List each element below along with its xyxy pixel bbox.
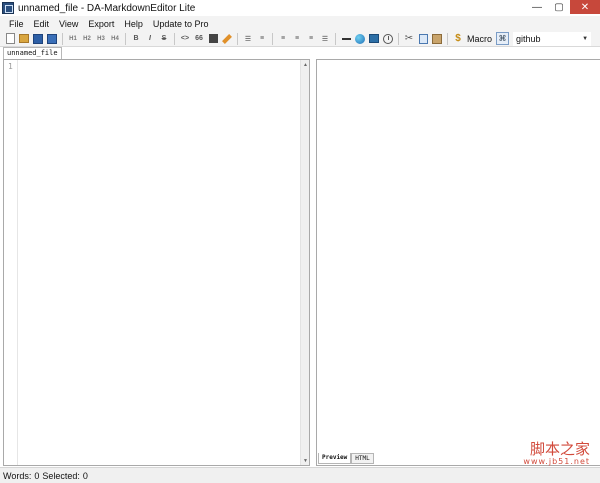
align-left-button[interactable]: ≡ — [277, 33, 289, 45]
horizontal-rule-icon — [341, 37, 351, 40]
cut-button[interactable]: ✂ — [403, 33, 415, 45]
watermark-logo: 脚本之家 — [529, 440, 590, 458]
link-icon — [369, 34, 379, 43]
new-file-button[interactable] — [4, 33, 16, 45]
ordered-list-icon: ≡ — [259, 35, 265, 42]
toolbar: H1 H2 H3 H4 B I S <> 66 ☰ ≡ ≡ ≡ ≡ ☰ ✂ $ … — [0, 31, 600, 47]
datetime-button[interactable] — [382, 33, 394, 45]
status-bar: Words: 0 Selected: 0 — [0, 467, 600, 483]
dollar-macro-icon: $ — [455, 33, 461, 44]
window-controls: — ▢ ✕ — [526, 0, 600, 16]
tab-html[interactable]: HTML — [351, 453, 374, 464]
image-icon — [355, 33, 365, 44]
justify-icon: ☰ — [321, 35, 329, 43]
bold-button[interactable]: B — [130, 33, 142, 45]
editor-vertical-scrollbar[interactable]: ▲ ▼ — [300, 60, 309, 465]
save-button[interactable] — [32, 33, 44, 45]
menu-file[interactable]: File — [4, 19, 29, 29]
align-right-button[interactable]: ≡ — [305, 33, 317, 45]
toolbar-separator — [62, 32, 63, 45]
watermark-url: www.jb51.net — [523, 457, 590, 466]
scroll-up-arrow-icon[interactable]: ▲ — [301, 60, 310, 69]
align-center-button[interactable]: ≡ — [291, 33, 303, 45]
markdown-editor[interactable]: 1 ▲ ▼ — [3, 59, 310, 466]
document-tab[interactable]: unnamed_file — [3, 47, 62, 59]
clock-icon — [383, 33, 393, 44]
toolbar-separator — [125, 32, 126, 45]
quote-button[interactable]: 66 — [193, 33, 205, 45]
unordered-list-icon: ☰ — [244, 35, 252, 43]
heading1-button[interactable]: H1 — [67, 36, 79, 42]
line-number: 1 — [8, 62, 13, 71]
chevron-down-icon: ▼ — [582, 35, 589, 42]
unordered-list-button[interactable]: ☰ — [242, 33, 254, 45]
window-title: unnamed_file - DA-MarkdownEditor Lite — [18, 2, 196, 14]
heading3-button[interactable]: H3 — [95, 36, 107, 42]
toolbar-separator — [272, 32, 273, 45]
preview-tab-bar: Preview HTML — [318, 453, 374, 464]
theme-select-value: github — [516, 33, 541, 44]
paste-icon — [432, 33, 442, 44]
toolbar-separator — [335, 32, 336, 45]
theme-button[interactable]: ⌘ — [496, 32, 510, 45]
pencil-button[interactable] — [221, 33, 233, 45]
menu-export[interactable]: Export — [83, 19, 119, 29]
new-file-icon — [5, 33, 15, 44]
copy-button[interactable] — [417, 33, 429, 45]
selected-label: Selected: — [42, 470, 80, 481]
table-icon — [208, 34, 218, 43]
open-folder-icon — [19, 34, 29, 43]
save-all-icon — [47, 33, 57, 44]
words-label: Words: — [3, 470, 32, 481]
menu-update-to-pro[interactable]: Update to Pro — [148, 19, 214, 29]
link-button[interactable] — [368, 33, 380, 45]
menu-edit[interactable]: Edit — [29, 19, 55, 29]
app-logo-icon — [2, 2, 14, 14]
theme-select[interactable]: github ▼ — [513, 31, 592, 46]
cut-icon: ✂ — [404, 33, 414, 44]
menu-view[interactable]: View — [54, 19, 83, 29]
title-bar: unnamed_file - DA-MarkdownEditor Lite — … — [0, 0, 600, 16]
paste-button[interactable] — [431, 33, 443, 45]
justify-button[interactable]: ☰ — [319, 33, 331, 45]
site-watermark: 脚本之家 www.jb51.net — [523, 441, 590, 466]
ordered-list-button[interactable]: ≡ — [256, 33, 268, 45]
maximize-button[interactable]: ▢ — [548, 0, 570, 14]
preview-pane[interactable] — [316, 59, 600, 466]
horizontal-rule-button[interactable] — [340, 33, 352, 45]
menu-bar: File Edit View Export Help Update to Pro — [0, 16, 600, 31]
save-all-button[interactable] — [46, 33, 58, 45]
toolbar-separator — [174, 32, 175, 45]
close-button[interactable]: ✕ — [570, 0, 600, 14]
save-icon — [33, 33, 43, 44]
code-button[interactable]: <> — [179, 33, 191, 45]
toolbar-separator — [447, 32, 448, 45]
image-button[interactable] — [354, 33, 366, 45]
open-file-button[interactable] — [18, 33, 30, 45]
words-count: 0 — [34, 470, 40, 481]
heading4-button[interactable]: H4 — [109, 36, 121, 42]
toolbar-separator — [237, 32, 238, 45]
selected-count: 0 — [82, 470, 88, 481]
macro-label[interactable]: Macro — [467, 34, 492, 44]
menu-help[interactable]: Help — [119, 19, 148, 29]
align-center-icon: ≡ — [294, 35, 300, 42]
align-right-icon: ≡ — [308, 35, 314, 42]
tab-preview[interactable]: Preview — [318, 453, 352, 464]
toolbar-separator — [398, 32, 399, 45]
minimize-button[interactable]: — — [526, 0, 548, 14]
align-left-icon: ≡ — [280, 35, 286, 42]
macro-button[interactable]: $ — [452, 33, 464, 45]
strikethrough-button[interactable]: S — [158, 33, 170, 45]
heading2-button[interactable]: H2 — [81, 36, 93, 42]
italic-button[interactable]: I — [144, 33, 156, 45]
scroll-down-arrow-icon[interactable]: ▼ — [301, 456, 310, 465]
copy-icon — [418, 33, 428, 44]
document-tab-strip: unnamed_file — [0, 47, 600, 59]
pencil-icon — [222, 33, 232, 44]
theme-icon: ⌘ — [498, 34, 507, 43]
line-number-gutter: 1 — [4, 60, 18, 465]
table-button[interactable] — [207, 33, 219, 45]
